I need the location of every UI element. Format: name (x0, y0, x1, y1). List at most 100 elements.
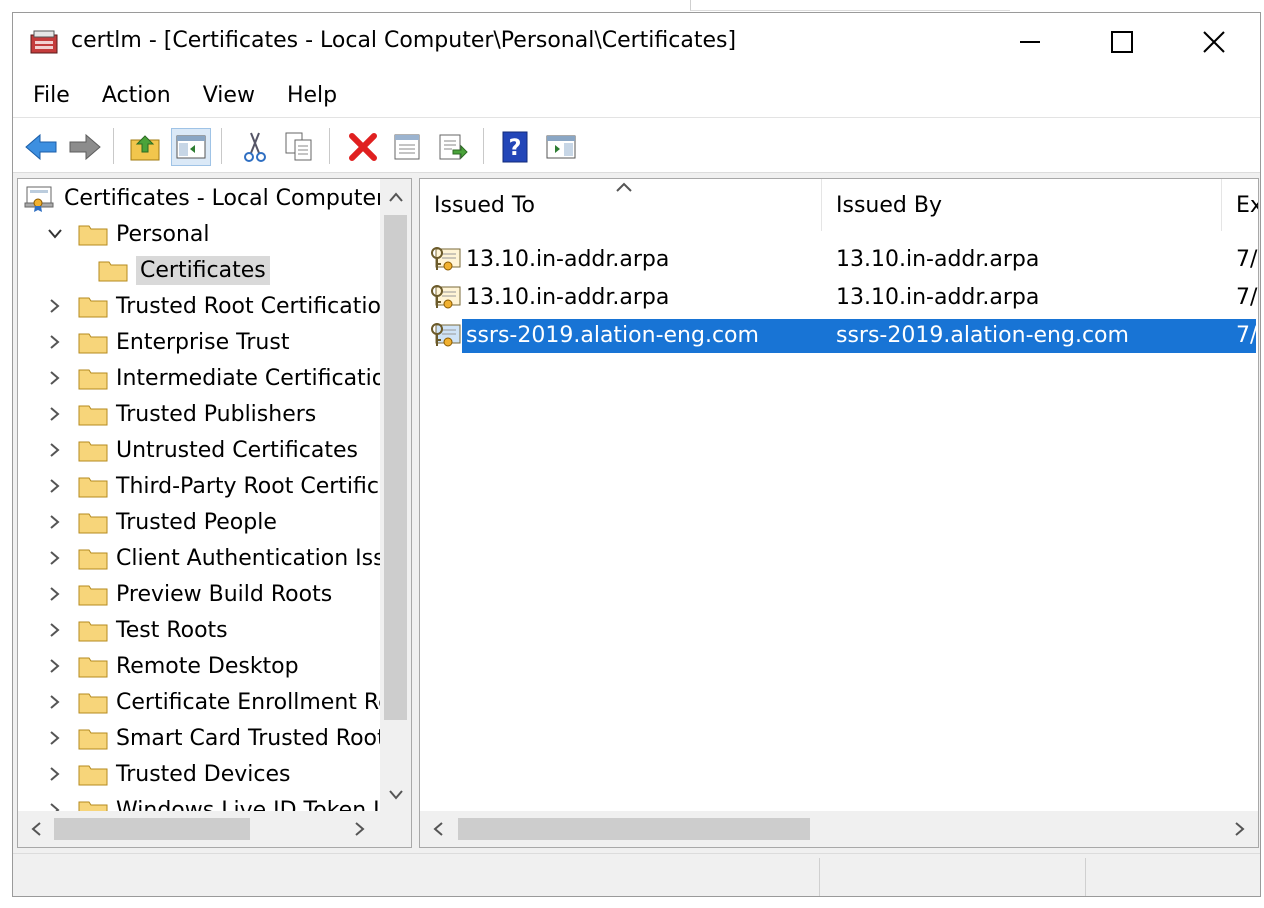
background-window-edge (690, 0, 1010, 11)
tree-item-label: Smart Card Trusted Roots (116, 725, 382, 751)
column-header-label: Ex (1236, 192, 1258, 218)
minimize-button[interactable] (984, 13, 1076, 71)
expand-chevron[interactable] (44, 475, 66, 497)
tree-item-untrusted-certificates[interactable]: Untrusted Certificates (44, 433, 358, 467)
menu-file[interactable]: File (21, 83, 82, 108)
column-header-issued-to[interactable]: Issued To (420, 179, 822, 231)
folder-icon (78, 369, 108, 390)
menu-bar: File Action View Help (13, 73, 1260, 117)
tree-vertical-scroll-thumb[interactable] (384, 215, 407, 720)
tree-item-label: Client Authentication Issu (116, 545, 382, 571)
expand-chevron[interactable] (44, 763, 66, 785)
expand-chevron[interactable] (44, 295, 66, 317)
tree-item-certificates[interactable]: Certificates (98, 253, 270, 287)
folder-icon (78, 333, 108, 354)
back-button[interactable] (21, 128, 61, 166)
column-header-issued-by[interactable]: Issued By (822, 179, 1222, 231)
cell-expiration: 7/ (1236, 246, 1258, 272)
expand-chevron[interactable] (44, 691, 66, 713)
expand-chevron[interactable] (44, 727, 66, 749)
close-icon (1203, 31, 1225, 53)
tree-item-preview-build-roots[interactable]: Preview Build Roots (44, 577, 332, 611)
tree-item-intermediate-certification[interactable]: Intermediate Certification (44, 361, 382, 395)
tree-item-label: Test Roots (116, 617, 228, 643)
tree-root[interactable]: Certificates - Local Computer (24, 181, 382, 215)
menu-action[interactable]: Action (90, 83, 183, 108)
tree-item-label: Preview Build Roots (116, 581, 333, 607)
certificate-list-pane: Issued To Issued By Ex 13.10.in-addr.arp… (419, 178, 1259, 848)
certificate-row[interactable]: ssrs-2019.alation-eng.com ssrs-2019.alati… (426, 317, 1257, 353)
tree-vertical-scrollbar[interactable] (380, 179, 411, 813)
toolbar-separator (113, 128, 114, 164)
status-bar (13, 853, 1260, 896)
copy-button[interactable] (279, 128, 319, 166)
properties-button[interactable] (387, 128, 427, 166)
scroll-left-arrow[interactable] (26, 819, 46, 839)
tree-item-label: Third-Party Root Certificat (116, 473, 382, 499)
tree-item-third-party-root-certificat[interactable]: Third-Party Root Certificat (44, 469, 382, 503)
properties-icon (394, 134, 420, 160)
tree-item-trusted-publishers[interactable]: Trusted Publishers (44, 397, 316, 431)
certificate-row[interactable]: 13.10.in-addr.arpa 13.10.in-addr.arpa 7/ (426, 241, 1258, 277)
cell-expiration: 7/ (1236, 284, 1258, 310)
console-tree-pane: Certificates - Local Computer Personal Ce… (17, 178, 412, 848)
scroll-right-arrow[interactable] (350, 819, 370, 839)
cell-issued-to: 13.10.in-addr.arpa (466, 284, 670, 310)
column-header-label: Issued By (836, 192, 942, 218)
cut-button[interactable] (235, 128, 275, 166)
tree-item-smart-card-trusted-roots[interactable]: Smart Card Trusted Roots (44, 721, 382, 755)
forward-button[interactable] (65, 128, 105, 166)
expand-chevron[interactable] (44, 331, 66, 353)
up-one-level-button[interactable] (125, 128, 165, 166)
close-button[interactable] (1168, 13, 1260, 71)
folder-icon (78, 513, 108, 534)
title-bar[interactable]: certlm - [Certificates - Local Computer\… (13, 13, 1260, 73)
scroll-right-arrow[interactable] (1230, 819, 1250, 839)
status-segment (819, 858, 1085, 896)
expand-chevron[interactable] (44, 547, 66, 569)
tree-item-enterprise-trust[interactable]: Enterprise Trust (44, 325, 289, 359)
tree-item-label: Trusted Root Certification (116, 293, 382, 319)
expand-chevron[interactable] (44, 583, 66, 605)
scroll-down-arrow[interactable] (386, 785, 406, 805)
maximize-button[interactable] (1076, 13, 1168, 71)
chevron-right-icon (50, 731, 60, 745)
tree-horizontal-scrollbar[interactable] (18, 811, 411, 847)
console-tree: Certificates - Local Computer Personal Ce… (18, 179, 382, 813)
tree-item-trusted-root-certification[interactable]: Trusted Root Certification (44, 289, 382, 323)
tree-root-label: Certificates - Local Computer (64, 185, 382, 211)
show-hide-action-pane-button[interactable] (541, 128, 581, 166)
tree-item-label: Enterprise Trust (116, 329, 290, 355)
menu-help[interactable]: Help (275, 83, 349, 108)
chevron-up-icon (389, 192, 403, 202)
expand-chevron[interactable] (44, 439, 66, 461)
tree-item-trusted-people[interactable]: Trusted People (44, 505, 277, 539)
list-horizontal-scrollbar[interactable] (420, 811, 1258, 847)
list-horizontal-scroll-thumb[interactable] (458, 818, 810, 840)
certificate-row[interactable]: 13.10.in-addr.arpa 13.10.in-addr.arpa 7/ (426, 279, 1258, 315)
tree-item-windows-live-id-token-iss[interactable]: Windows Live ID Token Iss (44, 793, 382, 813)
expand-chevron[interactable] (44, 511, 66, 533)
show-hide-console-tree-button[interactable] (171, 128, 211, 166)
tree-item-test-roots[interactable]: Test Roots (44, 613, 228, 647)
expand-chevron[interactable] (44, 655, 66, 677)
menu-view[interactable]: View (191, 83, 267, 108)
folder-icon (78, 729, 108, 750)
expand-chevron[interactable] (44, 367, 66, 389)
collapse-chevron[interactable] (44, 223, 66, 245)
column-header-expiration[interactable]: Ex (1222, 179, 1258, 231)
tree-horizontal-scroll-thumb[interactable] (54, 818, 250, 840)
expand-chevron[interactable] (44, 619, 66, 641)
help-button[interactable]: ? (495, 128, 535, 166)
chevron-down-icon (389, 790, 403, 800)
scroll-up-arrow[interactable] (386, 187, 406, 207)
expand-chevron[interactable] (44, 403, 66, 425)
tree-item-certificate-enrollment-rec[interactable]: Certificate Enrollment Rec (44, 685, 382, 719)
tree-item-client-authentication-issu[interactable]: Client Authentication Issu (44, 541, 382, 575)
delete-button[interactable] (343, 128, 383, 166)
tree-item-personal[interactable]: Personal (44, 217, 210, 251)
tree-item-remote-desktop[interactable]: Remote Desktop (44, 649, 299, 683)
export-list-button[interactable] (433, 128, 473, 166)
scroll-left-arrow[interactable] (428, 819, 448, 839)
tree-item-trusted-devices[interactable]: Trusted Devices (44, 757, 290, 791)
